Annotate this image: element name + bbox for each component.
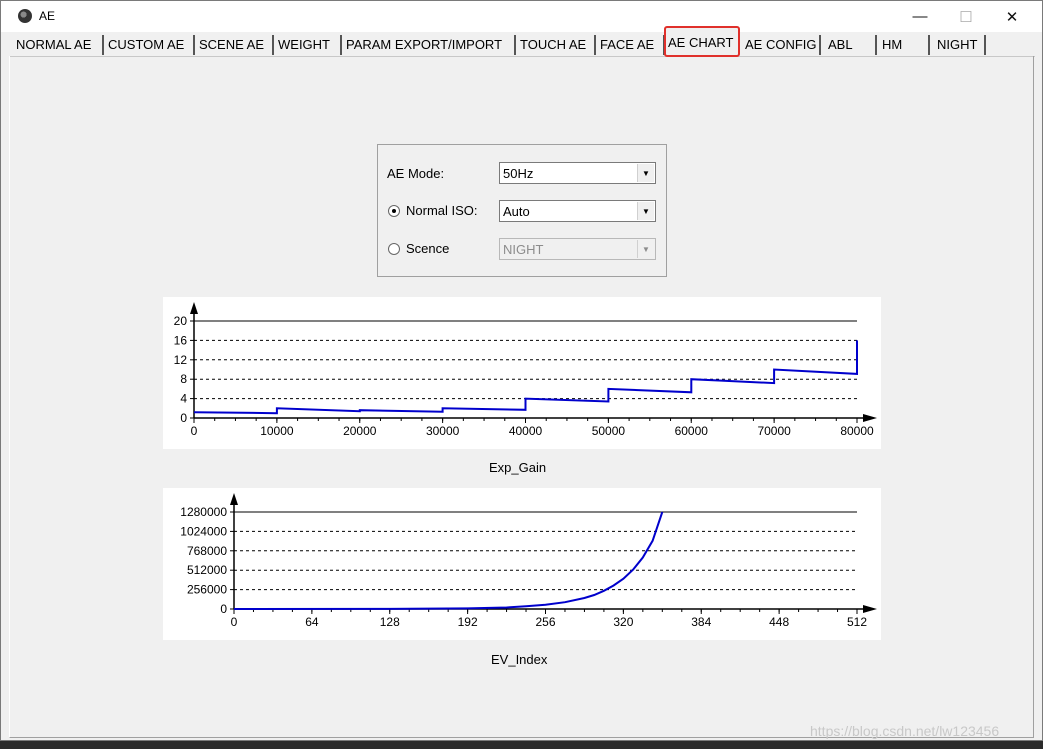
exp-gain-chart: 0 4 8 12 16 20 0 10000 20000 30000 40000 50000 60000…	[163, 297, 881, 449]
ev-index-xlabel: EV_Index	[491, 652, 548, 667]
chevron-down-icon[interactable]: ▼	[637, 202, 654, 220]
tab-ae-config[interactable]: AE CONFIG	[741, 35, 821, 55]
tab-normal-ae[interactable]: NORMAL AE	[12, 35, 104, 55]
ev-index-chart-svg: 0 256000 512000 768000 1024000 1280000 0 64 128 1…	[180, 493, 877, 629]
y-tick-label: 512000	[187, 563, 227, 577]
tab-touch-ae[interactable]: TOUCH AE	[516, 35, 596, 55]
x-tick-label: 384	[691, 615, 711, 629]
x-tick-label: 128	[380, 615, 400, 629]
scene-label: Scence	[406, 241, 450, 256]
normal-iso-select[interactable]: Auto ▼	[499, 200, 656, 222]
tab-param-export-import[interactable]: PARAM EXPORT/IMPORT	[342, 35, 516, 55]
y-tick-label: 8	[180, 372, 187, 386]
x-tick-label: 320	[613, 615, 633, 629]
x-tick-label: 512	[847, 615, 867, 629]
x-tick-label: 0	[191, 424, 198, 438]
x-tick-label: 10000	[260, 424, 294, 438]
tab-strip: NORMAL AE CUSTOM AE SCENE AE WEIGHT PARA…	[9, 26, 1035, 57]
ev-index-chart: 0 256000 512000 768000 1024000 1280000 0 64 128 1…	[163, 488, 881, 640]
ae-mode-value: 50Hz	[503, 166, 534, 181]
y-tick-label: 768000	[187, 544, 227, 558]
tab-night[interactable]: NIGHT	[933, 35, 986, 55]
series-line	[233, 511, 664, 610]
x-tick-label: 80000	[840, 424, 874, 438]
x-axis-arrow-icon	[863, 414, 877, 422]
y-tick-label: 256000	[187, 583, 227, 597]
x-tick-label: 50000	[592, 424, 626, 438]
normal-iso-value: Auto	[503, 204, 530, 219]
y-tick-label: 20	[174, 314, 188, 328]
close-button[interactable]: ✕	[989, 1, 1035, 32]
scene-value: NIGHT	[503, 242, 544, 257]
watermark: https://blog.csdn.net/lw123456	[810, 723, 1000, 739]
x-tick-label: 256	[535, 615, 555, 629]
tab-custom-ae[interactable]: CUSTOM AE	[104, 35, 195, 55]
normal-iso-label: Normal ISO:	[406, 203, 478, 218]
scene-radio[interactable]	[388, 243, 400, 255]
y-axis-arrow-icon	[190, 302, 198, 314]
normal-iso-radio[interactable]	[388, 205, 400, 217]
y-tick-label: 1280000	[180, 505, 227, 519]
tab-hm[interactable]: HM	[878, 35, 930, 55]
ae-mode-label: AE Mode:	[387, 166, 445, 181]
y-tick-label: 12	[174, 353, 188, 367]
chevron-down-icon: ▼	[637, 240, 654, 258]
tab-abl[interactable]: ABL	[824, 35, 877, 55]
x-tick-label: 192	[458, 615, 478, 629]
y-tick-label: 0	[220, 602, 227, 616]
tab-scene-ae[interactable]: SCENE AE	[195, 35, 274, 55]
window-title: AE	[39, 9, 56, 23]
y-tick-label: 0	[180, 411, 187, 425]
tab-face-ae[interactable]: FACE AE	[596, 35, 665, 55]
maximize-button[interactable]: ☐	[943, 1, 989, 32]
x-tick-label: 40000	[509, 424, 543, 438]
x-tick-label: 0	[231, 615, 238, 629]
tab-weight[interactable]: WEIGHT	[274, 35, 342, 55]
ae-settings-group: AE Mode: 50Hz ▼ Normal ISO: Auto ▼ Scenc…	[377, 144, 667, 277]
x-tick-label: 30000	[426, 424, 460, 438]
exp-gain-xlabel: Exp_Gain	[489, 460, 547, 475]
x-tick-label: 20000	[343, 424, 377, 438]
x-tick-label: 448	[769, 615, 789, 629]
ae-mode-select[interactable]: 50Hz ▼	[499, 162, 656, 184]
x-tick-label: 64	[305, 615, 319, 629]
scene-select: NIGHT ▼	[499, 238, 656, 260]
minimize-button[interactable]: —	[897, 1, 943, 32]
x-tick-label: 60000	[675, 424, 709, 438]
y-axis-arrow-icon	[230, 493, 238, 505]
tab-ae-chart[interactable]: AE CHART	[664, 26, 740, 57]
exp-gain-chart-svg: 0 4 8 12 16 20 0 10000 20000 30000 40000 50000 60000…	[174, 302, 877, 438]
series-line	[193, 340, 858, 415]
title-bar: AE — ☐ ✕	[1, 1, 1042, 32]
x-axis-arrow-icon	[863, 605, 877, 613]
chevron-down-icon[interactable]: ▼	[637, 164, 654, 182]
x-tick-label: 70000	[757, 424, 791, 438]
y-tick-label: 4	[180, 392, 187, 406]
y-tick-label: 1024000	[180, 524, 227, 538]
ae-window: AE — ☐ ✕ NORMAL AE CUSTOM AE SCENE AE WE…	[0, 0, 1043, 741]
camera-icon	[18, 9, 32, 23]
y-tick-label: 16	[174, 333, 188, 347]
